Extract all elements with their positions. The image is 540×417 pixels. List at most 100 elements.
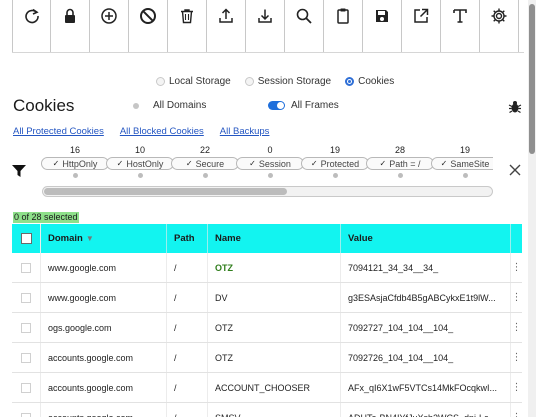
filter-chip[interactable]: ✓ HostOnly	[106, 157, 174, 170]
filter-count: 19	[329, 145, 340, 155]
filter-scrollbar-thumb[interactable]	[44, 188, 287, 195]
row-select-cell	[12, 343, 41, 372]
table-row[interactable]: accounts.google.com / OTZ 7092726_104_10…	[12, 343, 522, 373]
settings-button[interactable]	[480, 0, 519, 53]
domain-cell: ogs.google.com	[41, 313, 167, 342]
save-button[interactable]	[363, 0, 402, 53]
filter-dot	[137, 173, 143, 178]
row-select-cell	[12, 313, 41, 342]
row-menu-icon[interactable]: ⋮	[511, 313, 522, 342]
row-checkbox[interactable]	[21, 352, 31, 363]
filter-chip[interactable]: ✓ HttpOnly	[41, 157, 109, 170]
search-button[interactable]	[285, 0, 324, 53]
radio-dot	[244, 77, 254, 86]
local-storage-radio[interactable]: Local Storage	[156, 76, 231, 87]
filter-chip[interactable]: ✓ SameSite	[431, 157, 493, 170]
lock-button[interactable]	[51, 0, 90, 53]
domain-cell: www.google.com	[41, 283, 167, 312]
row-checkbox[interactable]	[21, 382, 31, 393]
filter-chip[interactable]: ✓ Path = /	[366, 157, 434, 170]
toolbar	[12, 0, 524, 53]
all-domains-label: All Domains	[153, 100, 207, 111]
open-external-icon	[414, 8, 429, 23]
add-button[interactable]	[90, 0, 129, 53]
filter-dot	[202, 173, 208, 178]
gear-icon	[491, 8, 507, 24]
name-column-header[interactable]: Name	[208, 224, 341, 253]
name-cell: OTZ	[208, 253, 341, 282]
text-button[interactable]	[441, 0, 480, 53]
row-checkbox[interactable]	[21, 262, 31, 273]
filter-label: HostOnly	[126, 158, 164, 169]
filter-session[interactable]: 0 ✓ Session	[236, 145, 304, 178]
row-menu-icon[interactable]: ⋮	[511, 403, 522, 417]
row-menu-icon[interactable]: ⋮	[511, 253, 522, 282]
value-header-label: Value	[348, 233, 373, 244]
filter-chip[interactable]: ✓ Secure	[171, 157, 239, 170]
path-header-label: Path	[174, 233, 195, 244]
session-storage-radio[interactable]: Session Storage	[244, 76, 331, 87]
filter-hostonly[interactable]: 10 ✓ HostOnly	[106, 145, 174, 178]
path-cell: /	[167, 283, 208, 312]
name-cell: ACCOUNT_CHOOSER	[208, 373, 341, 402]
block-button[interactable]	[129, 0, 168, 53]
vertical-scrollbar-thumb[interactable]	[529, 4, 535, 154]
select-all-checkbox[interactable]	[20, 233, 32, 244]
all-frames-toggle[interactable]	[268, 101, 285, 110]
export-button[interactable]	[207, 0, 246, 53]
open-external-button[interactable]	[402, 0, 441, 53]
path-cell: /	[167, 313, 208, 342]
row-checkbox[interactable]	[21, 412, 31, 417]
row-menu-icon[interactable]: ⋮	[511, 373, 522, 402]
table-row[interactable]: www.google.com / DV g3ESAsjaCfdb4B5gABCy…	[12, 283, 522, 313]
filter-samesite[interactable]: 19 ✓ SameSite	[431, 145, 493, 178]
filter-count: 0	[267, 145, 273, 155]
filter-label: Protected	[320, 158, 360, 169]
filter-label: SameSite	[450, 158, 490, 169]
import-icon	[258, 9, 272, 23]
delete-button[interactable]	[168, 0, 207, 53]
all-backups-link[interactable]: All Backups	[220, 126, 270, 137]
row-checkbox[interactable]	[21, 292, 31, 303]
import-button[interactable]	[246, 0, 285, 53]
selection-count: 0 of 28 selected	[13, 212, 79, 223]
all-domains-radio[interactable]	[133, 102, 139, 109]
filter-icon[interactable]	[12, 165, 26, 177]
row-select-cell	[12, 403, 41, 417]
all-blocked-cookies-link[interactable]: All Blocked Cookies	[120, 126, 204, 137]
filter-chip[interactable]: ✓ Session	[236, 157, 304, 170]
cookies-radio[interactable]: Cookies	[345, 76, 394, 87]
path-cell: /	[167, 343, 208, 372]
row-select-cell	[12, 373, 41, 402]
filter-httponly[interactable]: 16 ✓ HttpOnly	[41, 145, 109, 178]
table-row[interactable]: ogs.google.com / OTZ 7092727_104_104__10…	[12, 313, 522, 343]
export-icon	[219, 8, 233, 23]
value-cell: ADHTe-BN4IYfJuXsh2WCS_dpi-Lc...	[341, 403, 511, 417]
domain-cell: accounts.google.com	[41, 403, 167, 417]
clipboard-button[interactable]	[324, 0, 363, 53]
filter-path[interactable]: 28 ✓ Path = /	[366, 145, 434, 178]
row-menu-icon[interactable]: ⋮	[511, 343, 522, 372]
domain-cell: accounts.google.com	[41, 343, 167, 372]
all-protected-cookies-link[interactable]: All Protected Cookies	[13, 126, 104, 137]
close-icon[interactable]	[509, 164, 521, 176]
domain-cell: www.google.com	[41, 253, 167, 282]
all-domains-option[interactable]: All Domains	[133, 100, 206, 111]
filter-secure[interactable]: 22 ✓ Secure	[171, 145, 239, 178]
refresh-button[interactable]	[12, 0, 51, 53]
table-row[interactable]: accounts.google.com / ACCOUNT_CHOOSER AF…	[12, 373, 522, 403]
filter-chip[interactable]: ✓ Protected	[301, 157, 369, 170]
value-column-header[interactable]: Value	[341, 224, 511, 253]
filter-horizontal-scrollbar[interactable]	[42, 186, 493, 197]
path-column-header[interactable]: Path	[167, 224, 208, 253]
domain-column-header[interactable]: Domain ▼	[41, 224, 167, 253]
trash-icon	[181, 9, 193, 24]
table-row[interactable]: accounts.google.com / SMSV ADHTe-BN4IYfJ…	[12, 403, 522, 417]
bug-icon[interactable]	[508, 100, 522, 114]
table-row[interactable]: www.google.com / OTZ 7094121_34_34__34_ …	[12, 253, 522, 283]
row-menu-icon[interactable]: ⋮	[511, 283, 522, 312]
filter-protected[interactable]: 19 ✓ Protected	[301, 145, 369, 178]
all-frames-option[interactable]: All Frames	[268, 100, 339, 111]
row-checkbox[interactable]	[21, 322, 31, 333]
table-header: Domain ▼ Path Name Value	[12, 224, 522, 253]
